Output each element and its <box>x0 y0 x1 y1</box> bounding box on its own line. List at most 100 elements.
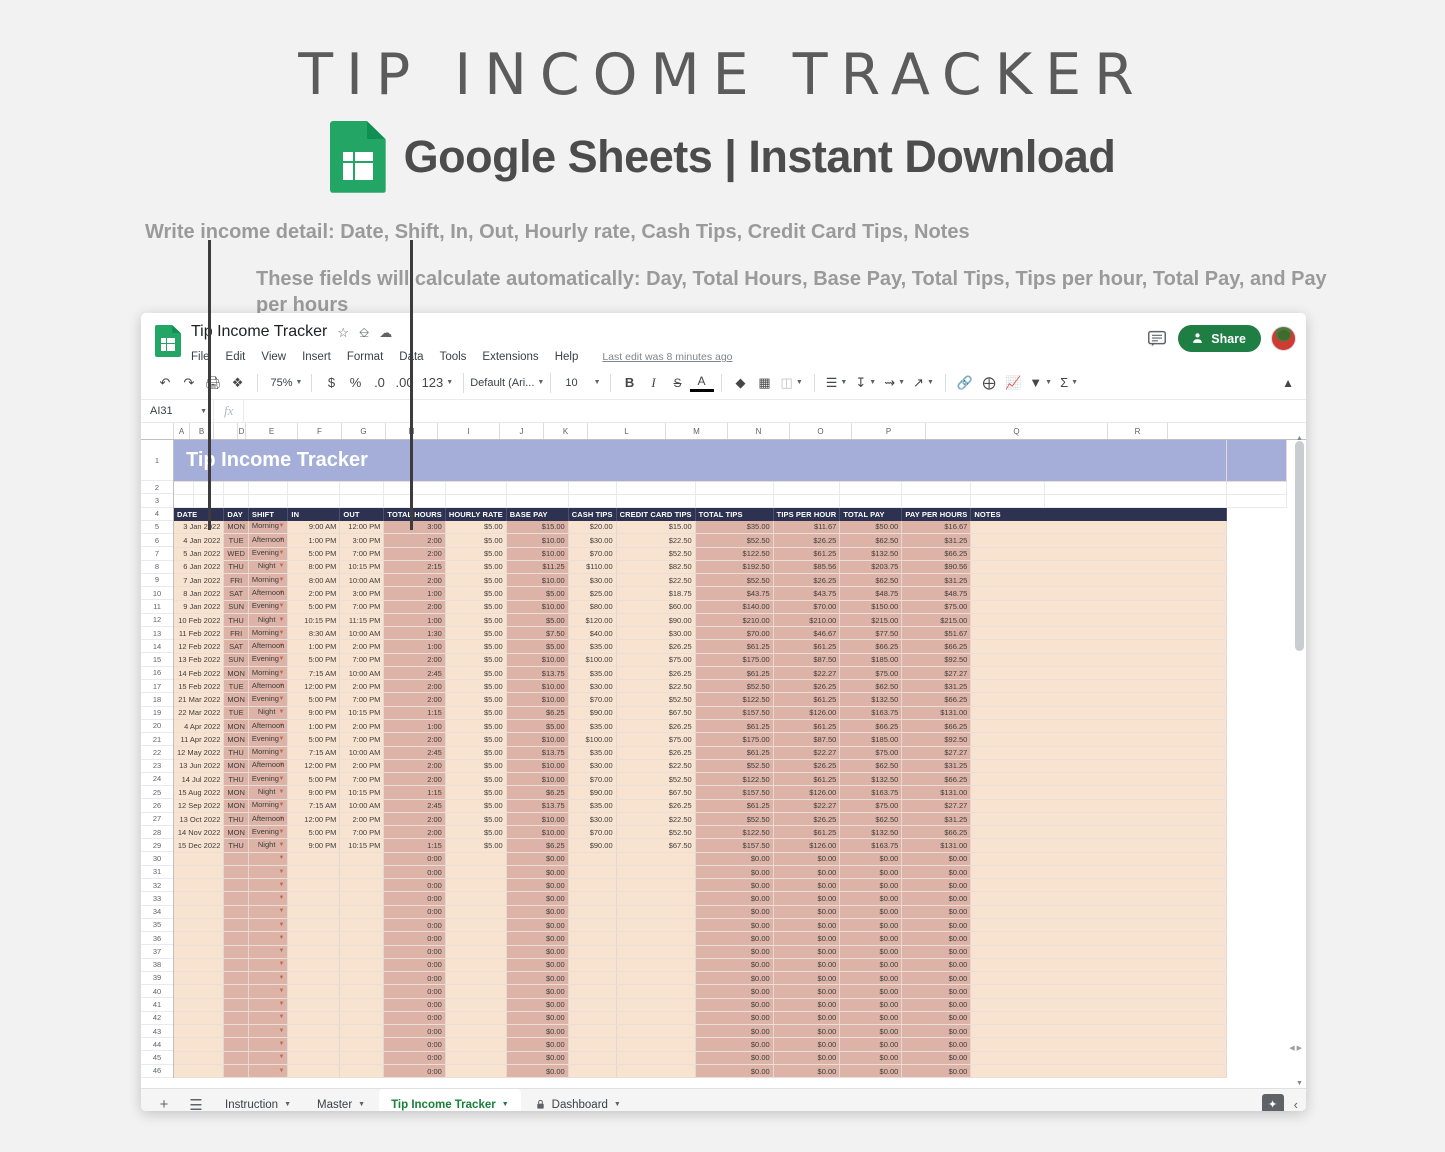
cell-out[interactable]: 10:00 AM <box>340 746 384 759</box>
cell-base_pay[interactable]: $5.00 <box>506 720 568 733</box>
table-row[interactable]: 5 Jan 2022WEDEvening▼5:00 PM7:00 PM2:00$… <box>174 547 1287 560</box>
vertical-scrollbar[interactable]: ▲ ▼ <box>1295 441 1304 1081</box>
cell-shift[interactable]: Afternoon▼ <box>248 812 288 825</box>
table-row[interactable]: 6 Jan 2022THUNight▼8:00 PM10:15 PM2:15$5… <box>174 560 1287 573</box>
cell-pay_per_hours[interactable]: $66.25 <box>902 720 971 733</box>
cell-total_tips[interactable]: $61.25 <box>695 746 773 759</box>
chevron-down-icon[interactable]: ▼ <box>284 1101 291 1108</box>
table-row[interactable]: 3 Jan 2022MONMorning▼9:00 AM12:00 PM3:00… <box>174 521 1287 534</box>
comment-history-icon[interactable] <box>1146 328 1168 350</box>
cell-in[interactable]: 5:00 PM <box>288 773 340 786</box>
cell-out[interactable]: 7:00 PM <box>340 600 384 613</box>
cell-in[interactable]: 8:00 AM <box>288 574 340 587</box>
cell-in[interactable]: 7:15 AM <box>288 799 340 812</box>
sheet-tab-instruction[interactable]: Instruction ▼ <box>213 1089 303 1112</box>
cell-hourly_rate[interactable]: $5.00 <box>445 733 506 746</box>
cell-shift[interactable]: ▼ <box>248 892 288 905</box>
cell-tips_per_hour[interactable]: $22.27 <box>773 746 840 759</box>
cell-day[interactable]: SUN <box>224 600 249 613</box>
cell-base_pay[interactable]: $0.00 <box>506 1051 568 1064</box>
row-header-5[interactable]: 5 <box>141 521 173 534</box>
cell-base_pay[interactable]: $0.00 <box>506 919 568 932</box>
cell-notes[interactable] <box>971 865 1227 878</box>
cell-tips_per_hour[interactable]: $0.00 <box>773 1011 840 1024</box>
cell-empty[interactable] <box>902 481 971 494</box>
cell-total_pay[interactable]: $132.50 <box>840 826 902 839</box>
cell-tips_per_hour[interactable]: $0.00 <box>773 852 840 865</box>
cell-base_pay[interactable]: $10.00 <box>506 547 568 560</box>
cell-credit_card_tips[interactable]: $67.50 <box>616 839 695 852</box>
cell-total_hours[interactable]: 1:00 <box>384 587 445 600</box>
table-row-empty[interactable]: ▼0:00$0.00$0.00$0.00$0.00$0.00 <box>174 958 1287 971</box>
cell-total_hours[interactable]: 1:00 <box>384 613 445 626</box>
cell-shift[interactable]: ▼ <box>248 932 288 945</box>
dropdown-caret-icon[interactable]: ▼ <box>278 880 284 891</box>
cell-cash_tips[interactable]: $35.00 <box>568 666 616 679</box>
cell-pay_per_hours[interactable]: $131.00 <box>902 786 971 799</box>
table-row[interactable]: 21 Mar 2022MONEvening▼5:00 PM7:00 PM2:00… <box>174 693 1287 706</box>
row-header-7[interactable]: 7 <box>141 547 173 560</box>
cell-total_tips[interactable]: $52.50 <box>695 759 773 772</box>
cell-total_tips[interactable]: $52.50 <box>695 574 773 587</box>
name-box[interactable]: AI31 ▼ <box>141 400 214 422</box>
cell-credit_card_tips[interactable] <box>616 1011 695 1024</box>
cell-total_tips[interactable]: $61.25 <box>695 720 773 733</box>
cell-hourly_rate[interactable] <box>445 958 506 971</box>
sheet-tab-master[interactable]: Master ▼ <box>305 1089 377 1112</box>
cell-notes[interactable] <box>971 985 1227 998</box>
cell-out[interactable]: 7:00 PM <box>340 826 384 839</box>
cell-pay_per_hours[interactable]: $0.00 <box>902 1011 971 1024</box>
cell-total_hours[interactable]: 2:00 <box>384 653 445 666</box>
cell-base_pay[interactable]: $0.00 <box>506 1011 568 1024</box>
dropdown-caret-icon[interactable]: ▼ <box>278 906 284 917</box>
cell-total_tips[interactable]: $35.00 <box>695 521 773 534</box>
cell-pay_per_hours[interactable]: $0.00 <box>902 892 971 905</box>
cell-hourly_rate[interactable] <box>445 1064 506 1077</box>
cell-empty[interactable] <box>248 481 288 494</box>
cell-shift[interactable]: Night▼ <box>248 839 288 852</box>
cell-hourly_rate[interactable]: $5.00 <box>445 613 506 626</box>
cell-shift[interactable]: Afternoon▼ <box>248 587 288 600</box>
cell-in[interactable] <box>288 972 340 985</box>
cell-in[interactable] <box>288 852 340 865</box>
cell-base_pay[interactable]: $5.00 <box>506 640 568 653</box>
dropdown-caret-icon[interactable]: ▼ <box>278 1052 284 1063</box>
cell-tips_per_hour[interactable]: $61.25 <box>773 773 840 786</box>
row-header-36[interactable]: 36 <box>141 932 173 945</box>
cell-date[interactable]: 7 Jan 2022 <box>174 574 224 587</box>
cell-cash_tips[interactable] <box>568 865 616 878</box>
cell-day[interactable]: TUE <box>224 706 249 719</box>
cell-notes[interactable] <box>971 587 1227 600</box>
cell-out[interactable] <box>340 1025 384 1038</box>
cell-hourly_rate[interactable] <box>445 852 506 865</box>
cell-day[interactable] <box>224 905 249 918</box>
cell-date[interactable] <box>174 1011 224 1024</box>
row-header-32[interactable]: 32 <box>141 879 173 892</box>
cell-total_hours[interactable]: 1:30 <box>384 627 445 640</box>
cell-in[interactable]: 5:00 PM <box>288 547 340 560</box>
table-row-empty[interactable]: ▼0:00$0.00$0.00$0.00$0.00$0.00 <box>174 905 1287 918</box>
dropdown-caret-icon[interactable]: ▼ <box>278 1066 284 1077</box>
cell-base_pay[interactable]: $10.00 <box>506 759 568 772</box>
cell-empty[interactable] <box>506 481 568 494</box>
cell-total_tips[interactable]: $0.00 <box>695 985 773 998</box>
cell-hourly_rate[interactable]: $5.00 <box>445 600 506 613</box>
menu-item-tools[interactable]: Tools <box>440 351 467 363</box>
cell-hourly_rate[interactable] <box>445 1038 506 1051</box>
cell-date[interactable] <box>174 998 224 1011</box>
cell-out[interactable] <box>340 1011 384 1024</box>
dropdown-caret-icon[interactable]: ▼ <box>278 615 284 626</box>
cell-base_pay[interactable]: $0.00 <box>506 945 568 958</box>
cell-credit_card_tips[interactable]: $26.25 <box>616 720 695 733</box>
table-row-empty[interactable]: ▼0:00$0.00$0.00$0.00$0.00$0.00 <box>174 919 1287 932</box>
row-header-40[interactable]: 40 <box>141 985 173 998</box>
cell-notes[interactable] <box>971 534 1227 547</box>
cell-date[interactable]: 21 Mar 2022 <box>174 693 224 706</box>
cell-total_tips[interactable]: $0.00 <box>695 905 773 918</box>
dropdown-caret-icon[interactable]: ▼ <box>278 827 284 838</box>
cell-tips_per_hour[interactable]: $22.27 <box>773 799 840 812</box>
cell-out[interactable] <box>340 932 384 945</box>
cell-out[interactable]: 12:00 PM <box>340 521 384 534</box>
cell-out[interactable]: 7:00 PM <box>340 547 384 560</box>
cell-total_pay[interactable]: $0.00 <box>840 892 902 905</box>
